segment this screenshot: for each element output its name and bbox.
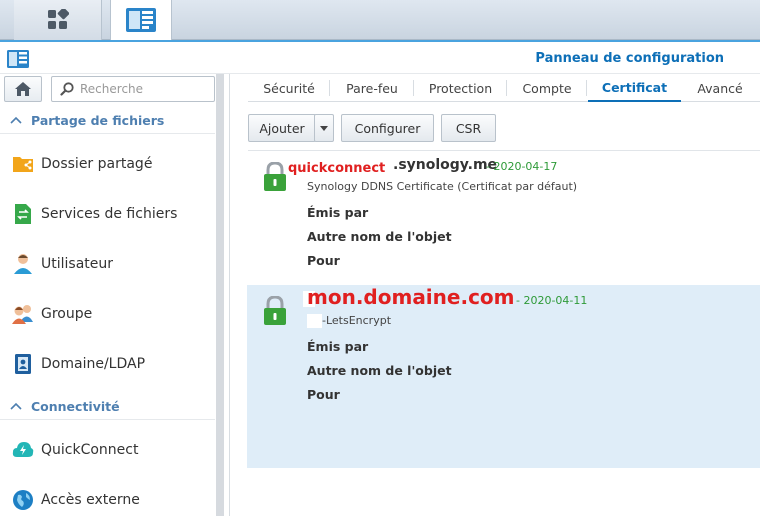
tab-pare-feu[interactable]: Pare-feu — [330, 74, 414, 102]
sidebar-item-label: Accès externe — [41, 492, 140, 508]
sidebar-item-label: Groupe — [41, 306, 93, 322]
search-input[interactable] — [80, 82, 210, 96]
tab-compte[interactable]: Compte — [507, 74, 587, 102]
configure-button[interactable]: Configurer — [341, 114, 434, 142]
redaction-label: mon.domaine.com — [307, 285, 515, 309]
sidebar-item-group[interactable]: Groupe — [0, 295, 215, 333]
search-icon — [60, 82, 74, 96]
sidebar-item-quickconnect[interactable]: QuickConnect — [0, 431, 215, 469]
lock-icon — [264, 296, 286, 325]
tab-bar: Sécurité Pare-feu Protection Compte Cert… — [248, 74, 760, 102]
sidebar-item-label: Domaine/LDAP — [41, 356, 146, 372]
tab-avance[interactable]: Avancé — [681, 74, 759, 102]
certificate-date: - 2020-04-11 — [516, 294, 588, 307]
show-desktop-button[interactable] — [14, 0, 102, 40]
home-button[interactable] — [4, 76, 42, 102]
subject-alt-name-label: Autre nom de l'objet — [307, 363, 452, 378]
sidebar-item-domain-ldap[interactable]: Domaine/LDAP — [0, 345, 215, 383]
taskbar — [0, 0, 760, 40]
section-label: Connectivité — [31, 399, 120, 414]
home-icon — [15, 82, 31, 96]
add-button[interactable]: Ajouter — [248, 114, 316, 142]
chevron-up-icon — [10, 400, 22, 413]
caret-down-icon — [320, 125, 328, 131]
section-label: Partage de fichiers — [31, 113, 165, 128]
quickconnect-icon — [12, 439, 34, 461]
sidebar-scrollbar[interactable] — [216, 74, 224, 516]
section-connectivity[interactable]: Connectivité — [0, 394, 215, 420]
domain-ldap-icon — [12, 353, 34, 375]
sidebar-item-label: QuickConnect — [41, 442, 139, 458]
chevron-up-icon — [10, 114, 22, 127]
sidebar-item-external-access[interactable]: Accès externe — [0, 481, 215, 516]
certificate-description: Synology DDNS Certificate (Certificat pa… — [307, 180, 578, 193]
window-header: Panneau de configuration — [0, 40, 760, 74]
control-panel-icon — [7, 50, 29, 68]
for-label: Pour — [307, 387, 340, 402]
tab-securite[interactable]: Sécurité — [248, 74, 330, 102]
certificate-item-selected[interactable]: mon.domaine.com - 2020-04-11 -LetsEncryp… — [247, 285, 760, 468]
app-grid-icon — [47, 9, 69, 29]
sidebar-item-shared-folder[interactable]: Dossier partagé — [0, 145, 215, 183]
lock-icon — [264, 162, 286, 191]
user-icon — [12, 253, 34, 275]
csr-button[interactable]: CSR — [441, 114, 496, 142]
redaction-block — [307, 314, 322, 328]
control-panel-icon — [126, 8, 156, 32]
for-label: Pour — [307, 253, 340, 268]
taskbar-control-panel-button[interactable] — [110, 0, 172, 40]
tab-certificat[interactable]: Certificat — [588, 74, 681, 102]
sidebar-item-label: Services de fichiers — [41, 206, 178, 222]
shared-folder-icon — [12, 153, 34, 175]
subject-alt-name-label: Autre nom de l'objet — [307, 229, 452, 244]
tab-protection[interactable]: Protection — [414, 74, 507, 102]
file-services-icon — [12, 203, 34, 225]
sidebar: Partage de fichiers Dossier partagé Serv… — [0, 74, 230, 516]
add-dropdown-button[interactable] — [314, 114, 334, 142]
search-box[interactable] — [51, 76, 215, 102]
redaction-label: quickconnect — [288, 161, 386, 176]
sidebar-item-label: Utilisateur — [41, 256, 114, 272]
certificate-name: .synology.me — [393, 157, 498, 173]
issued-by-label: Émis par — [307, 205, 369, 220]
sidebar-item-file-services[interactable]: Services de fichiers — [0, 195, 215, 233]
section-file-sharing[interactable]: Partage de fichiers — [0, 108, 215, 134]
certificate-description: -LetsEncrypt — [322, 314, 392, 327]
certificate-item[interactable]: .synology.me quickconnect - 2020-04-17 S… — [247, 151, 760, 283]
issued-by-label: Émis par — [307, 339, 369, 354]
sidebar-item-label: Dossier partagé — [41, 156, 153, 172]
certificate-date: - 2020-04-17 — [486, 160, 558, 173]
window-title: Panneau de configuration — [535, 51, 724, 66]
group-icon — [12, 303, 34, 325]
sidebar-item-user[interactable]: Utilisateur — [0, 245, 215, 283]
external-access-icon — [12, 489, 34, 511]
